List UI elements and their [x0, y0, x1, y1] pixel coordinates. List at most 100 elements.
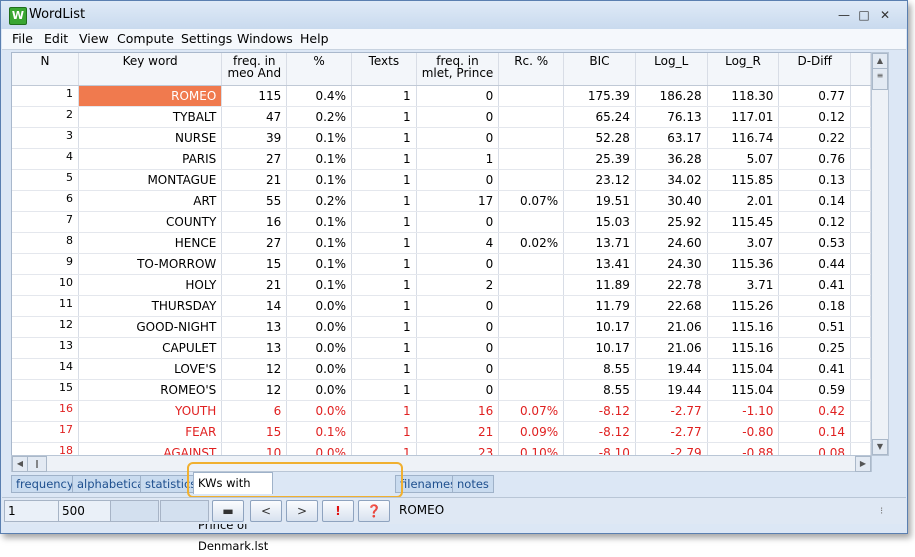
- scroll-down-icon[interactable]: ▼: [872, 439, 888, 455]
- keyword-cell[interactable]: GOOD-NIGHT: [78, 316, 223, 338]
- table-cell: 19.44: [635, 358, 708, 380]
- table-row[interactable]: 11 THURSDAY 14 0.0% 1 0 11.79 22.68 115.26 0.18: [12, 295, 871, 317]
- table-row[interactable]: 9 TO-MORROW 15 0.1% 1 0 13.41 24.30 115.36 0.44: [12, 253, 871, 275]
- table-row[interactable]: 16 YOUTH 6 0.0% 1 16 0.07% -8.12 -2.77 -1.10 0.42: [12, 400, 871, 422]
- keyword-cell[interactable]: THURSDAY: [78, 295, 223, 317]
- keyword-cell[interactable]: LOVE'S: [78, 358, 223, 380]
- keyword-cell[interactable]: ROMEO'S: [78, 379, 223, 401]
- keyword-cell[interactable]: HOLY: [78, 274, 223, 296]
- resize-grip-icon[interactable]: ⁝: [880, 506, 883, 517]
- keyword-cell[interactable]: YOUTH: [78, 400, 223, 422]
- table-row[interactable]: 5 MONTAGUE 21 0.1% 1 0 23.12 34.02 115.85 0.13: [12, 169, 871, 191]
- hscroll-thumb[interactable]: ‖: [27, 456, 47, 472]
- table-row[interactable]: 18 AGAINST 10 0.0% 1 23 0.10% -8.10 -2.79 -0.88 0.…: [12, 442, 871, 455]
- table-cell: [498, 127, 565, 149]
- column-header[interactable]: Log_L: [635, 53, 708, 86]
- menu-compute[interactable]: Compute: [117, 31, 174, 46]
- keyword-cell[interactable]: ROMEO: [78, 85, 223, 107]
- table-cell: 15: [221, 253, 288, 275]
- keyword-cell[interactable]: COUNTY: [78, 211, 223, 233]
- column-header[interactable]: freq. in meo And: [221, 53, 288, 86]
- table-cell: 0: [416, 106, 500, 128]
- table-cell: 65.24: [563, 106, 636, 128]
- menu-settings[interactable]: Settings: [181, 31, 232, 46]
- table-cell: 115: [221, 85, 288, 107]
- keyword-cell[interactable]: MONTAGUE: [78, 169, 223, 191]
- row-number: 2: [12, 106, 79, 128]
- menu-help[interactable]: Help: [300, 31, 329, 46]
- column-header[interactable]: BIC: [563, 53, 636, 86]
- table-row[interactable]: 2 TYBALT 47 0.2% 1 0 65.24 76.13 117.01 0.12: [12, 106, 871, 128]
- menu-windows[interactable]: Windows: [237, 31, 293, 46]
- maximize-icon[interactable]: □: [857, 8, 871, 22]
- scroll-left-icon[interactable]: ◀: [12, 456, 28, 472]
- table-cell: 0: [416, 211, 500, 233]
- table-row[interactable]: 17 FEAR 15 0.1% 1 21 0.09% -8.12 -2.77 -0.80 0.14: [12, 421, 871, 443]
- table-row[interactable]: 7 COUNTY 16 0.1% 1 0 15.03 25.92 115.45 0.12: [12, 211, 871, 233]
- table-row[interactable]: 3 NURSE 39 0.1% 1 0 52.28 63.17 116.74 0.22: [12, 127, 871, 149]
- keyword-cell[interactable]: NURSE: [78, 127, 223, 149]
- column-header[interactable]: D-Diff: [778, 53, 852, 86]
- keyword-cell[interactable]: HENCE: [78, 232, 223, 254]
- column-header[interactable]: N: [12, 53, 79, 86]
- row-number: 9: [12, 253, 79, 275]
- alert-button[interactable]: !: [322, 500, 354, 522]
- column-header[interactable]: Key word: [78, 53, 223, 86]
- column-header[interactable]: Texts: [351, 53, 417, 86]
- row-number: 3: [12, 127, 79, 149]
- row-number: 5: [12, 169, 79, 191]
- previous-button[interactable]: <: [250, 500, 282, 522]
- horizontal-scrollbar[interactable]: ◀ ‖ ▶: [11, 455, 872, 472]
- table-cell: 0.0%: [286, 442, 352, 455]
- column-header[interactable]: freq. in mlet, Prince: [416, 53, 500, 86]
- vertical-scrollbar[interactable]: ▲ ≡ ▼: [871, 52, 889, 456]
- table-row[interactable]: 1 ROMEO 115 0.4% 1 0 175.39 186.28 118.30 0.77: [12, 85, 871, 107]
- table-row[interactable]: 14 LOVE'S 12 0.0% 1 0 8.55 19.44 115.04 0.41: [12, 358, 871, 380]
- scroll-right-icon[interactable]: ▶: [855, 456, 871, 472]
- row-filler: [850, 274, 871, 296]
- menu-view[interactable]: View: [79, 31, 109, 46]
- row-filler: [850, 232, 871, 254]
- table-cell: 13: [221, 316, 288, 338]
- table-cell: 0.1%: [286, 253, 352, 275]
- table-row[interactable]: 6 ART 55 0.2% 1 17 0.07% 19.51 30.40 2.01 0.14: [12, 190, 871, 212]
- column-header[interactable]: %: [286, 53, 352, 86]
- keyword-cell[interactable]: TYBALT: [78, 106, 223, 128]
- table-header-row: N Key word freq. in meo And% Texts freq. in …: [12, 53, 871, 86]
- keyword-cell[interactable]: FEAR: [78, 421, 223, 443]
- tab-notes[interactable]: notes: [452, 475, 494, 493]
- keyword-cell[interactable]: ART: [78, 190, 223, 212]
- table-row[interactable]: 13 CAPULET 13 0.0% 1 0 10.17 21.06 115.16 0.25: [12, 337, 871, 359]
- table-row[interactable]: 15 ROMEO'S 12 0.0% 1 0 8.55 19.44 115.04 0.59: [12, 379, 871, 401]
- tab-frequency[interactable]: frequency: [11, 475, 79, 493]
- scroll-up-icon[interactable]: ▲: [872, 53, 888, 69]
- table-cell: 13.71: [563, 232, 636, 254]
- table-cell: 1: [351, 148, 417, 170]
- scroll-thumb[interactable]: ≡: [872, 68, 888, 90]
- table-row[interactable]: 12 GOOD-NIGHT 13 0.0% 1 0 10.17 21.06 115.16 0.51: [12, 316, 871, 338]
- menu-file[interactable]: File: [12, 31, 33, 46]
- minimize-icon[interactable]: —: [837, 8, 851, 22]
- table-cell: 13.41: [563, 253, 636, 275]
- table-row[interactable]: 8 HENCE 27 0.1% 1 4 0.02% 13.71 24.60 3.07 0.53: [12, 232, 871, 254]
- title-bar: W WordList — □ ✕: [1, 1, 907, 29]
- help-icon[interactable]: ❓: [358, 500, 390, 522]
- next-button[interactable]: >: [286, 500, 318, 522]
- keyword-grid[interactable]: N Key word freq. in meo And% Texts freq. in …: [11, 52, 872, 456]
- menu-edit[interactable]: Edit: [44, 31, 68, 46]
- table-cell: 11.89: [563, 274, 636, 296]
- table-cell: 175.39: [563, 85, 636, 107]
- column-header[interactable]: Rc. %: [498, 53, 565, 86]
- keyword-cell[interactable]: TO-MORROW: [78, 253, 223, 275]
- keyword-cell[interactable]: CAPULET: [78, 337, 223, 359]
- shoe-icon[interactable]: ▬: [212, 500, 244, 522]
- table-cell: 1: [351, 127, 417, 149]
- table-cell: 0.22: [778, 127, 852, 149]
- close-icon[interactable]: ✕: [878, 8, 892, 22]
- column-header[interactable]: Log_R: [707, 53, 780, 86]
- table-row[interactable]: 10 HOLY 21 0.1% 1 2 11.89 22.78 3.71 0.41: [12, 274, 871, 296]
- row-filler: [850, 127, 871, 149]
- keyword-cell[interactable]: PARIS: [78, 148, 223, 170]
- keyword-cell[interactable]: AGAINST: [78, 442, 223, 455]
- table-row[interactable]: 4 PARIS 27 0.1% 1 1 25.39 36.28 5.07 0.76: [12, 148, 871, 170]
